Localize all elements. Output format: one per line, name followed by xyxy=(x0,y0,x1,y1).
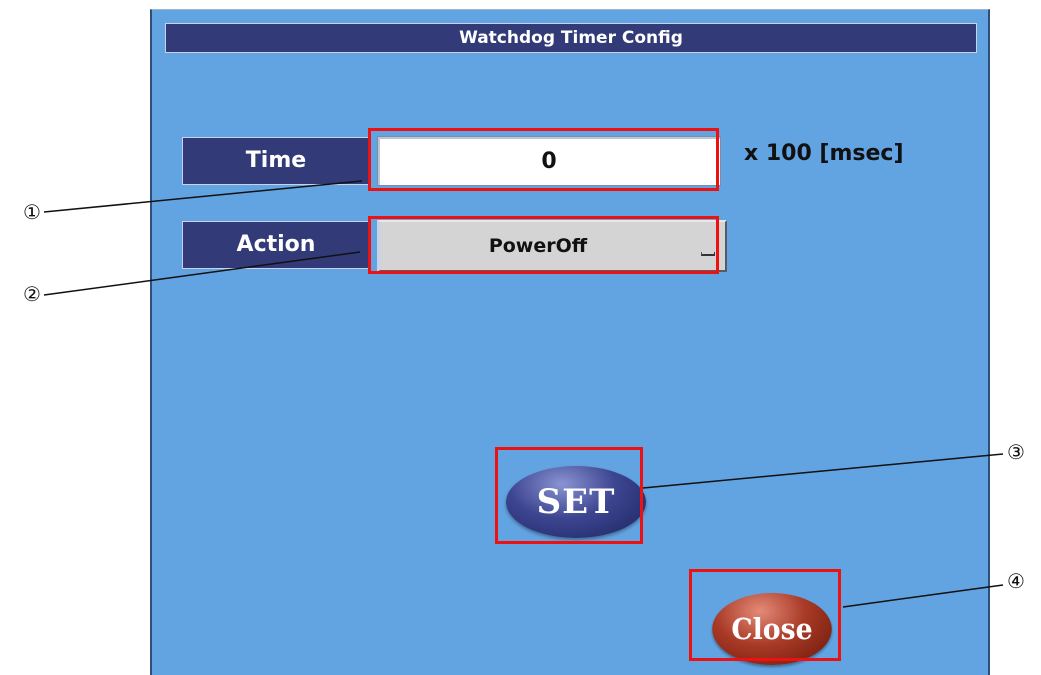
stage: Watchdog Timer Config Time x 100 [msec] … xyxy=(0,0,1041,675)
callout-line-3 xyxy=(642,453,1004,489)
callout-line-1 xyxy=(43,180,363,213)
callout-line-4 xyxy=(842,584,1004,608)
callout-number-3: ③ xyxy=(1007,440,1025,464)
callout-lines xyxy=(43,180,1004,608)
callout-number-2: ② xyxy=(23,282,41,306)
callout-number-1: ① xyxy=(23,200,41,224)
callout-number-4: ④ xyxy=(1007,569,1025,593)
callout-line-2 xyxy=(43,251,361,296)
